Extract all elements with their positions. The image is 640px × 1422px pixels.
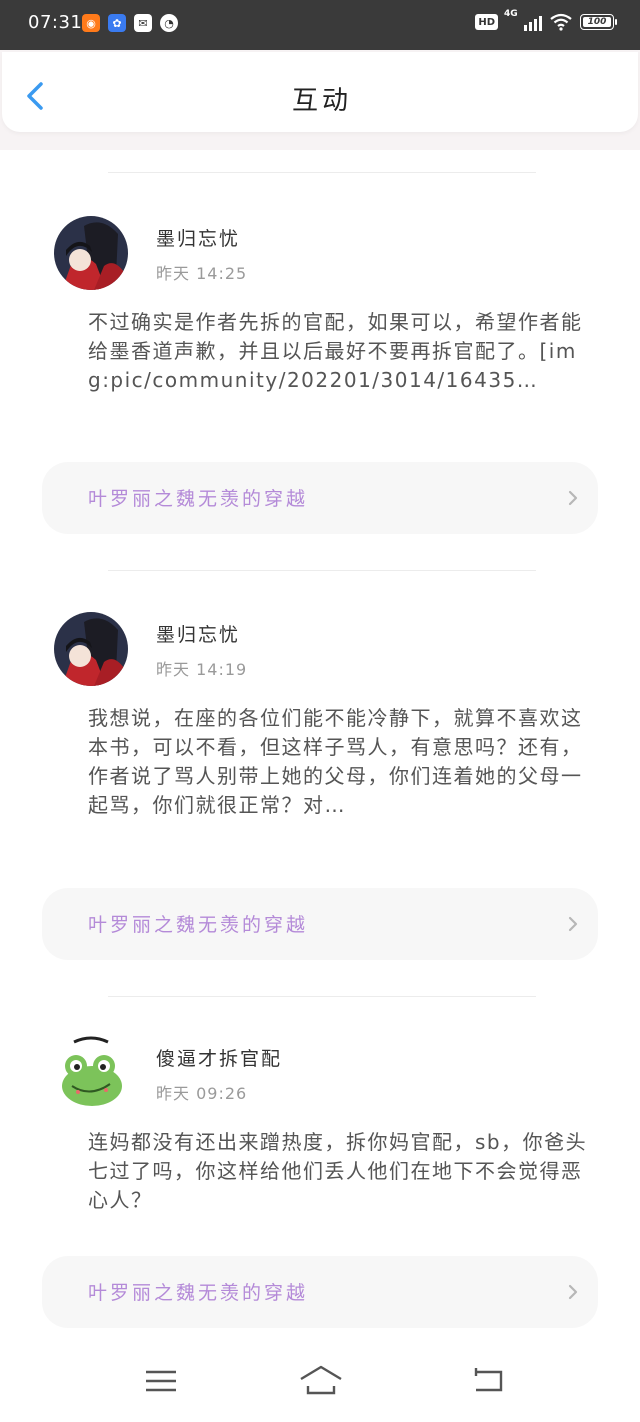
divider — [108, 172, 536, 173]
comment-text[interactable]: 我想说，在座的各位们能不能冷静下，就算不喜欢这本书，可以不看，但这样子骂人，有意… — [88, 704, 588, 820]
username: 墨归忘忧 — [156, 228, 241, 250]
avatar-image — [54, 216, 128, 290]
divider — [108, 996, 536, 997]
title-bar: 互动 — [0, 50, 640, 150]
menu-icon — [146, 1370, 176, 1392]
status-bar: 07:31 ◉ ✿ ✉ ◔ HD 4G 100 — [0, 0, 640, 50]
signal-icon: 4G — [504, 9, 542, 31]
chevron-right-icon — [568, 916, 578, 932]
hd-badge: HD — [475, 14, 498, 30]
baidu-icon: ✿ — [108, 14, 126, 32]
status-indicators: HD 4G 100 — [475, 9, 617, 31]
home-icon — [300, 1365, 342, 1395]
system-nav-bar — [0, 1344, 640, 1422]
battery-level: 100 — [587, 17, 607, 27]
chevron-right-icon — [568, 490, 578, 506]
mail-icon: ✉ — [134, 14, 152, 32]
speed-icon: ◔ — [160, 14, 178, 32]
return-icon — [474, 1368, 503, 1392]
avatar[interactable] — [54, 1036, 128, 1110]
comment-text[interactable]: 不过确实是作者先拆的官配，如果可以，希望作者能给墨香道声歉，并且以后最好不要再拆… — [88, 308, 588, 395]
status-app-icons: ◉ ✿ ✉ ◔ — [82, 14, 178, 32]
page-title: 互动 — [291, 86, 352, 116]
wifi-icon — [550, 13, 572, 31]
home-button[interactable] — [298, 1364, 344, 1398]
network-type-label: 4G — [504, 9, 518, 19]
book-link[interactable]: 叶罗丽之魏无羡的穿越 — [42, 462, 598, 534]
username: 傻逼才拆官配 — [156, 1048, 283, 1070]
title-card: 互动 — [2, 52, 638, 132]
timestamp: 昨天 14:19 — [156, 660, 248, 679]
timestamp: 昨天 09:26 — [156, 1084, 248, 1103]
menu-button[interactable] — [142, 1364, 182, 1398]
avatar-image — [54, 1036, 128, 1110]
book-title: 叶罗丽之魏无羡的穿越 — [88, 488, 309, 510]
divider — [108, 570, 536, 571]
book-link[interactable]: 叶罗丽之魏无羡的穿越 — [42, 1256, 598, 1328]
chevron-right-icon — [568, 1284, 578, 1300]
avatar[interactable] — [54, 612, 128, 686]
kuaishou-icon: ◉ — [82, 14, 100, 32]
username: 墨归忘忧 — [156, 624, 241, 646]
book-link[interactable]: 叶罗丽之魏无羡的穿越 — [42, 888, 598, 960]
timestamp: 昨天 14:25 — [156, 264, 248, 283]
avatar[interactable] — [54, 216, 128, 290]
book-title: 叶罗丽之魏无羡的穿越 — [88, 914, 309, 936]
book-title: 叶罗丽之魏无羡的穿越 — [88, 1282, 309, 1304]
comment-text[interactable]: 连妈都没有还出来蹭热度，拆你妈官配，sb，你爸头七过了吗，你这样给他们丢人他们在… — [88, 1128, 588, 1215]
battery-icon: 100 — [580, 14, 617, 30]
avatar-image — [54, 612, 128, 686]
back-nav-button[interactable] — [468, 1364, 508, 1398]
status-time: 07:31 — [28, 12, 83, 33]
